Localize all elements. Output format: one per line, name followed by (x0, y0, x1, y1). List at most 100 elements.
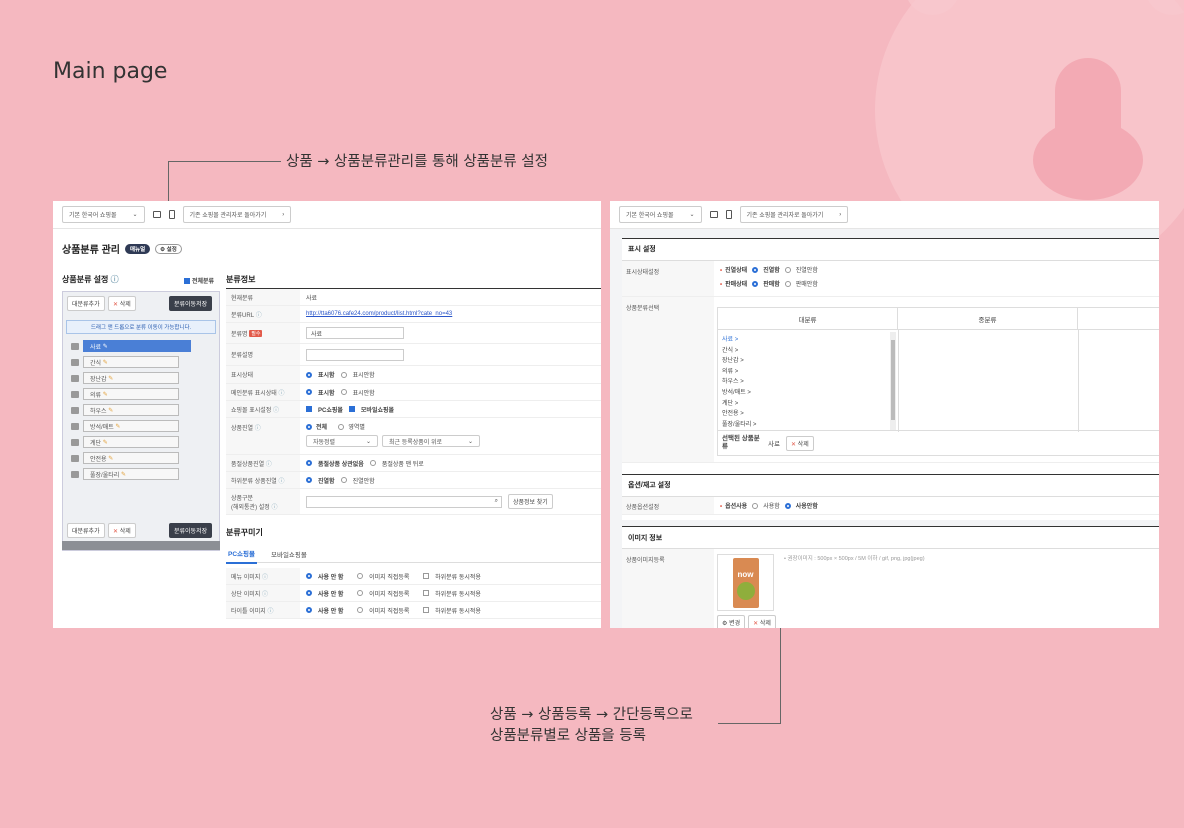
help-icon[interactable]: ⓘ (262, 572, 268, 581)
checkbox-mobile[interactable] (348, 406, 355, 412)
radio-sort-all[interactable] (306, 423, 312, 430)
expand-all[interactable]: 전체분류 (184, 276, 214, 285)
checkbox-apply-sub[interactable] (423, 607, 430, 613)
mobile-icon[interactable] (168, 210, 175, 219)
add-category-button-bottom[interactable]: 대분류추가 (67, 523, 105, 538)
tree-node[interactable]: 계단 ✎ (83, 436, 179, 448)
tree-node[interactable]: 안전용 ✎ (83, 452, 179, 464)
radio-display-off[interactable] (340, 371, 347, 378)
return-link-right[interactable]: 기존 쇼핑몰 관리자로 돌아가기 › (739, 206, 849, 223)
help-icon[interactable]: ⓘ (279, 476, 285, 485)
edit-icon[interactable]: ✎ (121, 471, 126, 478)
radio-unused[interactable] (306, 590, 312, 596)
radio-unused[interactable] (306, 573, 312, 579)
edit-icon[interactable]: ✎ (103, 391, 108, 398)
category-option[interactable]: 간식 > (722, 345, 892, 356)
desktop-icon[interactable] (152, 211, 161, 218)
delete-button-bottom[interactable]: ✕ 삭제 (108, 523, 136, 538)
radio-sub-off[interactable] (340, 477, 347, 483)
radio-display-on[interactable] (306, 371, 312, 378)
radio-direct[interactable] (357, 573, 364, 579)
return-link[interactable]: 기존 쇼핑몰 관리자로 돌아가기 › (182, 206, 292, 223)
help-icon[interactable]: ⓘ (256, 310, 262, 319)
radio-unused[interactable] (306, 607, 312, 613)
radio-exhibit-on[interactable] (752, 266, 759, 273)
category-option[interactable]: 안전용 > (722, 408, 892, 419)
product-image: now (732, 557, 759, 608)
shop-select[interactable]: 기본 한국어 쇼핑몰 ⌄ (62, 206, 145, 223)
category-name-input[interactable]: 사료 (306, 327, 404, 339)
image-delete-button[interactable]: ✕ 삭제 (748, 615, 776, 628)
category-option[interactable]: 풀장/울타리 > (722, 419, 892, 430)
radio-soldout-any[interactable] (306, 460, 312, 466)
save-move-button[interactable]: 분류이동저장 (169, 296, 213, 311)
category-url-link[interactable]: http://tta6076.cafe24.com/product/list.h… (306, 311, 452, 317)
tab-pc[interactable]: PC쇼핑몰 (226, 544, 257, 564)
edit-icon[interactable]: ✎ (103, 343, 108, 350)
settings-badge[interactable]: ⚙ 설정 (155, 243, 182, 254)
checkbox-apply-sub[interactable] (423, 590, 430, 596)
edit-icon[interactable]: ✎ (108, 375, 113, 382)
category-option[interactable]: 계단 > (722, 398, 892, 409)
add-category-button[interactable]: 대분류추가 (67, 296, 105, 311)
change-button[interactable]: ⚙ 변경 (717, 615, 746, 628)
radio-option-off[interactable] (784, 502, 791, 509)
selected-delete-button[interactable]: ✕ 삭제 (785, 435, 814, 451)
sort-order-select[interactable]: 최근 등록상품이 위로 ⌄ (382, 435, 480, 447)
checkbox-pc[interactable] (306, 406, 312, 412)
edit-icon[interactable]: ✎ (103, 359, 108, 366)
tree-node[interactable]: 방석/매트 ✎ (83, 420, 179, 432)
category-option[interactable]: 하우스 > (722, 376, 892, 387)
edit-icon[interactable]: ✎ (108, 407, 113, 414)
category-option[interactable]: 방석/매트 > (722, 387, 892, 398)
radio-sale-on[interactable] (752, 280, 759, 287)
manual-badge[interactable]: 매뉴얼 (124, 243, 151, 254)
radio-sort-each[interactable] (338, 423, 345, 430)
product-type-input[interactable]: ⌕ (306, 495, 502, 508)
help-icon[interactable]: ⓘ (273, 405, 279, 414)
save-move-button-bottom[interactable]: 분류이동저장 (169, 523, 213, 538)
help-icon[interactable]: ⓘ (111, 275, 119, 284)
help-icon[interactable]: ⓘ (266, 459, 272, 468)
radio-soldout-last[interactable] (369, 460, 376, 466)
radio-main-off[interactable] (340, 389, 347, 395)
radio-sub-on[interactable] (306, 477, 312, 483)
tree-node[interactable]: 사료 ✎ (83, 340, 191, 352)
tree-node[interactable]: 간식 ✎ (83, 356, 179, 368)
delete-button[interactable]: ✕ 삭제 (108, 296, 136, 311)
help-icon[interactable]: ⓘ (267, 606, 273, 615)
help-icon[interactable]: ⓘ (271, 505, 277, 511)
tree-node[interactable]: 하우스 ✎ (83, 404, 179, 416)
category-desc-input[interactable] (306, 348, 404, 361)
tree-node[interactable]: 장난감 ✎ (83, 372, 179, 384)
tree-node[interactable]: 풀장/울타리 ✎ (83, 468, 179, 480)
radio-sale-off[interactable] (784, 280, 791, 287)
edit-icon[interactable]: ✎ (115, 423, 120, 430)
scrollbar[interactable] (890, 332, 896, 430)
category-option[interactable]: 사료 > (722, 334, 892, 345)
category-option[interactable]: 의류 > (722, 366, 892, 377)
help-icon[interactable]: ⓘ (255, 423, 261, 432)
mobile-icon[interactable] (725, 210, 732, 219)
help-icon[interactable]: ⓘ (279, 388, 285, 397)
checkbox-apply-sub[interactable] (423, 573, 430, 579)
search-icon[interactable]: ⌕ (495, 498, 498, 505)
shop-select-right[interactable]: 기본 한국어 쇼핑몰 ⌄ (619, 206, 702, 223)
radio-direct[interactable] (357, 607, 364, 613)
product-thumbnail[interactable]: now (717, 554, 774, 611)
radio-exhibit-off[interactable] (784, 266, 791, 273)
help-icon[interactable]: ⓘ (262, 589, 268, 598)
edit-icon[interactable]: ✎ (103, 439, 108, 446)
radio-main-on[interactable] (306, 389, 312, 395)
tree-node[interactable]: 의류 ✎ (83, 388, 179, 400)
radio-direct[interactable] (357, 590, 364, 596)
expand-all-checkbox[interactable] (184, 277, 190, 284)
tab-mobile[interactable]: 모바일쇼핑몰 (271, 549, 307, 559)
radio-option-on[interactable] (752, 502, 759, 509)
find-info-button[interactable]: 상품정보 찾기 (508, 494, 553, 509)
edit-icon[interactable]: ✎ (108, 455, 113, 462)
desktop-icon[interactable] (709, 211, 718, 218)
auto-sort-select[interactable]: 자동정렬 ⌄ (306, 435, 378, 447)
scrollbar-thumb[interactable] (891, 340, 895, 420)
category-option[interactable]: 장난감 > (722, 355, 892, 366)
